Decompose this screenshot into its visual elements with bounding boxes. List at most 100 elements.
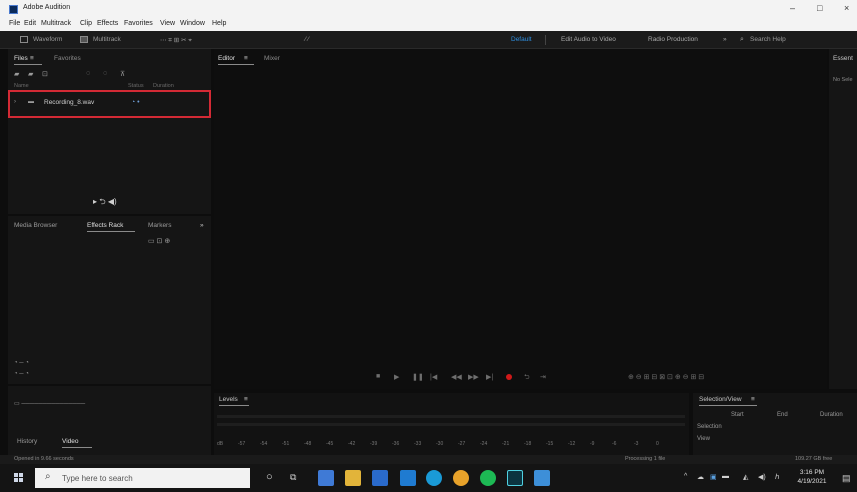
- open-file-icon[interactable]: ▰: [14, 70, 19, 78]
- tab-files[interactable]: Files: [14, 55, 28, 62]
- minimize-button[interactable]: –: [790, 3, 795, 13]
- taskbar-app-icon[interactable]: [318, 470, 334, 486]
- fast-forward-icon[interactable]: ▶▶: [468, 373, 479, 381]
- mix-icons-2[interactable]: ◔ ─ ◔: [14, 371, 29, 377]
- zoom-controls-icons[interactable]: ⊕ ⊖ ⊞ ⊟ ⊠ ⊡ ⊕ ⊖ ⊞ ⊟: [628, 373, 704, 381]
- mix-icons[interactable]: ◔ ─ ◔: [14, 360, 29, 366]
- task-view-icon[interactable]: ⧉: [290, 472, 296, 483]
- files-panel: Files ≡ Favorites ▰ ▰ ⊡ ◌ ◌ ⊼ Name Statu…: [8, 49, 211, 214]
- spotify-icon[interactable]: [480, 470, 496, 486]
- editor-panel[interactable]: Editor ≡ Mixer: [214, 49, 827, 389]
- mail-icon[interactable]: [400, 470, 416, 486]
- active-tab-underline: [699, 405, 757, 406]
- levels-menu-icon[interactable]: ≡: [244, 396, 248, 403]
- level-tick: -15: [546, 441, 554, 447]
- level-tick: -51: [282, 441, 290, 447]
- tab-markers[interactable]: Markers: [148, 222, 171, 229]
- audition-taskbar-icon[interactable]: [507, 470, 523, 486]
- notifications-icon[interactable]: ▤: [842, 473, 851, 484]
- menu-file[interactable]: File: [9, 20, 20, 27]
- move-to-next-icon[interactable]: ▶|: [486, 373, 493, 381]
- tab-media-browser[interactable]: Media Browser: [14, 222, 57, 229]
- loop-icon[interactable]: ⮌: [524, 373, 530, 384]
- history-slider[interactable]: ▭ ───────────────: [14, 400, 85, 407]
- window-title: Adobe Audition: [23, 4, 71, 11]
- tab-mixer[interactable]: Mixer: [264, 55, 280, 62]
- edge-icon[interactable]: [426, 470, 442, 486]
- multitrack-icon: [80, 36, 88, 43]
- taskbar-app-icon[interactable]: [534, 470, 550, 486]
- waveform-button[interactable]: Waveform: [33, 36, 62, 43]
- workspace-radio-production[interactable]: Radio Production: [648, 36, 698, 43]
- menu-multitrack[interactable]: Multitrack: [41, 20, 71, 27]
- tab-history[interactable]: History: [17, 438, 37, 445]
- level-tick: 0: [656, 441, 659, 447]
- menu-effects[interactable]: Effects: [97, 20, 118, 27]
- network-icon[interactable]: ◭: [743, 473, 748, 481]
- play-icon[interactable]: ▶: [394, 373, 399, 381]
- cortana-icon[interactable]: ○: [266, 471, 273, 483]
- effects-rack-panel: Media Browser Effects Rack Markers » ▭ ⊡…: [8, 216, 211, 384]
- menu-favorites[interactable]: Favorites: [124, 20, 153, 27]
- selection-view-menu-icon[interactable]: ≡: [751, 396, 755, 403]
- column-name[interactable]: Name: [14, 83, 29, 89]
- more-tabs-icon[interactable]: »: [200, 222, 204, 229]
- menu-window[interactable]: Window: [180, 20, 205, 27]
- move-to-previous-icon[interactable]: |◀: [430, 373, 437, 381]
- editor-tab-menu-icon[interactable]: ≡: [244, 55, 248, 62]
- pencil-icon[interactable]: ⁄ ⁄: [305, 36, 309, 43]
- files-tab-menu-icon[interactable]: ≡: [30, 55, 34, 62]
- rewind-icon[interactable]: ◀◀: [451, 373, 462, 381]
- file-explorer-icon[interactable]: [345, 470, 361, 486]
- workspace-default[interactable]: Default: [511, 36, 532, 43]
- show-hidden-icons[interactable]: ^: [684, 473, 687, 480]
- tab-favorites[interactable]: Favorites: [54, 55, 81, 62]
- search-icon: ⌕: [45, 471, 51, 482]
- volume-icon[interactable]: ◀): [758, 473, 766, 481]
- menu-view[interactable]: View: [160, 20, 175, 27]
- filter-icon[interactable]: ⊼: [120, 70, 125, 78]
- chrome-icon[interactable]: [453, 470, 469, 486]
- column-duration[interactable]: Duration: [153, 83, 174, 89]
- taskbar-clock[interactable]: 3:16 PM 4/19/2021: [792, 468, 832, 486]
- taskbar-search[interactable]: ⌕ Type here to search: [35, 468, 250, 488]
- tray-icon[interactable]: ▬: [722, 473, 729, 480]
- help-search[interactable]: ⌕ Search Help: [740, 35, 818, 45]
- workspace-edit-audio-to-video[interactable]: Edit Audio to Video: [561, 36, 616, 43]
- menu-help[interactable]: Help: [212, 20, 226, 27]
- clock-time: 3:16 PM: [799, 469, 825, 476]
- level-tick: -33: [414, 441, 422, 447]
- tab-editor[interactable]: Editor: [218, 55, 235, 62]
- menu-edit[interactable]: Edit: [24, 20, 36, 27]
- rack-icons[interactable]: ▭ ⊡ ⊕: [148, 237, 170, 245]
- menu-clip[interactable]: Clip: [80, 20, 92, 27]
- record-button[interactable]: [506, 374, 512, 380]
- taskbar-search-input[interactable]: Type here to search: [62, 474, 133, 483]
- multitrack-button[interactable]: Multitrack: [93, 36, 121, 43]
- file-transport-icons[interactable]: ▸ ⮌ ◀): [93, 196, 117, 210]
- stop-icon[interactable]: ■: [376, 373, 380, 380]
- column-status[interactable]: Status: [128, 83, 144, 89]
- cloud-icon[interactable]: ☁: [697, 473, 704, 481]
- store-icon[interactable]: [372, 470, 388, 486]
- tool-icons[interactable]: ⋯ ⌗ ⊞ ✂ ⌖: [160, 36, 192, 45]
- new-file-icon[interactable]: ⊡: [42, 70, 48, 78]
- save-icon[interactable]: ◌: [103, 70, 107, 77]
- close-file-icon[interactable]: ◌: [86, 70, 90, 77]
- close-button[interactable]: ×: [844, 3, 849, 13]
- tab-video[interactable]: Video: [62, 438, 79, 445]
- tab-effects-rack[interactable]: Effects Rack: [87, 222, 123, 229]
- level-tick: -30: [436, 441, 444, 447]
- menu-bar: File Edit Multitrack Clip Effects Favori…: [0, 19, 857, 31]
- skip-icon[interactable]: ⇥: [540, 373, 546, 381]
- level-meter-right: [217, 423, 685, 426]
- windows-start-icon[interactable]: [14, 473, 24, 483]
- import-file-icon[interactable]: ▰: [28, 70, 33, 78]
- more-workspaces-icon[interactable]: »: [723, 36, 727, 43]
- language-icon[interactable]: ℎ: [775, 473, 779, 481]
- pause-icon[interactable]: ❚❚: [412, 373, 424, 381]
- help-search-input[interactable]: Search Help: [750, 36, 786, 43]
- maximize-button[interactable]: □: [817, 3, 822, 13]
- tray-app-icon[interactable]: ▣: [710, 473, 717, 481]
- essential-sound-title[interactable]: Essent: [833, 55, 853, 62]
